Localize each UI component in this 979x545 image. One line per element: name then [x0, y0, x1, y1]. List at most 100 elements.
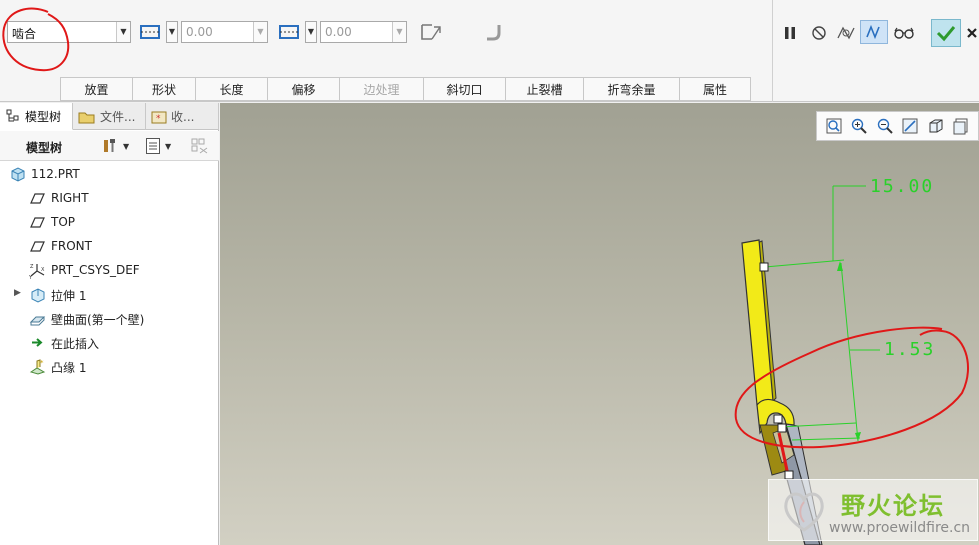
- thickness-mode-1-dropdown[interactable]: ▼: [166, 21, 178, 43]
- chevron-down-icon[interactable]: ▼: [116, 22, 130, 42]
- tab-folder-browser[interactable]: 文件...: [73, 103, 146, 130]
- watermark-logo-icon: [784, 492, 824, 532]
- watermark-title: 野火论坛: [841, 492, 945, 520]
- tree-item-wall-surface[interactable]: 壁曲面(第一个壁): [0, 307, 219, 329]
- tree-item-label: 拉伸 1: [51, 289, 87, 303]
- tree-item-label: RIGHT: [51, 191, 89, 205]
- tree-item-label: TOP: [51, 215, 76, 229]
- datum-plane-icon: [30, 193, 45, 204]
- show-options-button[interactable]: ▼: [145, 137, 179, 155]
- tree-item-csys[interactable]: ZXY PRT_CSYS_DEF: [0, 259, 219, 281]
- tree-item-insert-here[interactable]: 在此插入: [0, 331, 219, 353]
- dimension-line: [764, 259, 845, 268]
- thickness-value-2: 0.00: [325, 25, 352, 39]
- settings-tools-button[interactable]: ▼: [101, 137, 135, 155]
- thickness-value-1: 0.00: [186, 25, 213, 39]
- flange-dashboard: 啮合 ▼ ▼ 0.00 ▼ ▼ 0.00 ▼ 放置 形状 长度 偏移 边处理 斜…: [0, 0, 979, 102]
- extrude-icon: [31, 288, 45, 303]
- dimension-line: [791, 437, 861, 441]
- drag-handle: [784, 470, 794, 480]
- drag-handle: [777, 423, 787, 433]
- favorites-icon: *: [151, 111, 167, 124]
- thickness-value-2-field[interactable]: 0.00 ▼: [320, 21, 407, 43]
- flange-type-select[interactable]: 啮合 ▼: [7, 21, 131, 43]
- dimension-length-text[interactable]: 15.00: [870, 176, 934, 197]
- tree-item-label: FRONT: [51, 239, 92, 253]
- tree-item-flange[interactable]: * 凸缘 1: [0, 355, 219, 377]
- model-tree-icon: [6, 109, 19, 122]
- tab-miter-cut[interactable]: 斜切口: [424, 77, 506, 101]
- tree-item-label: 凸缘 1: [51, 361, 87, 375]
- svg-text:X: X: [41, 267, 45, 273]
- thickness-side-2-icon[interactable]: [276, 20, 304, 44]
- dashboard-tabs: 放置 形状 长度 偏移 边处理 斜切口 止裂槽 折弯余量 属性: [60, 77, 751, 101]
- flange-type-value: 啮合: [12, 27, 37, 41]
- folder-icon: [78, 112, 95, 123]
- chevron-down-icon: ▼: [123, 141, 130, 151]
- navigator-panel: 模型树 文件... * 收... 模型树 ▼ ▼ 112.PRT RIGHT T…: [0, 103, 219, 545]
- part-icon: [11, 167, 25, 182]
- dimension-arrow: [855, 432, 861, 441]
- tree-item-extrude[interactable]: ▶ 拉伸 1: [0, 283, 219, 305]
- tab-model-tree-label: 模型树: [25, 109, 62, 124]
- tab-model-tree[interactable]: 模型树: [0, 103, 73, 130]
- chevron-down-icon[interactable]: ▼: [392, 22, 406, 42]
- drag-handle: [773, 414, 783, 424]
- confirm-check-icon[interactable]: [931, 19, 961, 47]
- tab-favorites[interactable]: * 收...: [146, 103, 219, 130]
- tab-favorites-label: 收...: [171, 110, 195, 124]
- tab-bend-allowance[interactable]: 折弯余量: [584, 77, 680, 101]
- forum-watermark: 野火论坛 www.proewildfire.cn: [768, 479, 978, 541]
- flip-side-icon[interactable]: [416, 20, 444, 44]
- tab-relief[interactable]: 止裂槽: [506, 77, 584, 101]
- watermark-url: www.proewildfire.cn: [829, 520, 971, 536]
- tree-item-part[interactable]: 112.PRT: [0, 163, 219, 185]
- chevron-down-icon[interactable]: ▼: [253, 22, 267, 42]
- dashboard-divider: [772, 0, 773, 102]
- tab-length[interactable]: 长度: [196, 77, 268, 101]
- graphics-viewport[interactable]: 15.00 1.53 野火论坛 www.proewildfire.cn: [220, 103, 979, 545]
- tree-item-top-plane[interactable]: TOP: [0, 211, 219, 233]
- chevron-down-icon: ▼: [165, 141, 172, 151]
- verify-icon[interactable]: [860, 20, 888, 44]
- tab-placement[interactable]: 放置: [60, 77, 133, 101]
- expand-arrow-icon[interactable]: ▶: [14, 288, 21, 298]
- tree-filter-button[interactable]: [190, 137, 210, 155]
- tab-properties[interactable]: 属性: [680, 77, 751, 101]
- datum-plane-icon: [30, 217, 45, 228]
- dimension-line: [840, 262, 859, 442]
- chevron-down-icon: ▼: [167, 22, 177, 42]
- tree-filter-icon: [191, 138, 208, 154]
- bend-relief-icon[interactable]: [479, 20, 507, 44]
- tree-item-label: 在此插入: [51, 337, 100, 351]
- datum-plane-icon: [30, 241, 45, 252]
- tab-offset[interactable]: 偏移: [268, 77, 340, 101]
- thickness-mode-2-dropdown[interactable]: ▼: [305, 21, 317, 43]
- glasses-icon[interactable]: [890, 21, 918, 45]
- dimension-arrow: [837, 261, 843, 271]
- svg-text:Z: Z: [30, 264, 34, 270]
- drag-handle: [759, 262, 769, 272]
- svg-text:*: *: [40, 359, 44, 367]
- thickness-value-1-field[interactable]: 0.00 ▼: [181, 21, 268, 43]
- svg-text:*: *: [156, 114, 161, 124]
- model-tree-header: 模型树 ▼ ▼: [0, 131, 219, 161]
- insert-here-arrow-icon: [32, 338, 43, 347]
- cancel-x-icon[interactable]: [964, 21, 979, 45]
- tree-item-front-plane[interactable]: FRONT: [0, 235, 219, 257]
- dimension-offset-text[interactable]: 1.53: [884, 339, 935, 360]
- tree-item-right-plane[interactable]: RIGHT: [0, 187, 219, 209]
- thickness-side-1-icon[interactable]: [137, 20, 165, 44]
- wall-surface-icon: [29, 316, 46, 326]
- tab-shape[interactable]: 形状: [133, 77, 196, 101]
- preview-icon[interactable]: [832, 21, 860, 45]
- no-entry-icon[interactable]: [805, 21, 833, 45]
- list-icon: [146, 138, 160, 154]
- pause-icon[interactable]: [776, 21, 804, 45]
- tab-folder-browser-label: 文件...: [100, 110, 136, 124]
- navigator-tabs: 模型树 文件... * 收...: [0, 103, 219, 130]
- tree-item-label: 壁曲面(第一个壁): [51, 313, 145, 327]
- tree-item-label: PRT_CSYS_DEF: [51, 263, 140, 277]
- flange-icon: *: [29, 359, 46, 375]
- tools-icon: [104, 139, 115, 152]
